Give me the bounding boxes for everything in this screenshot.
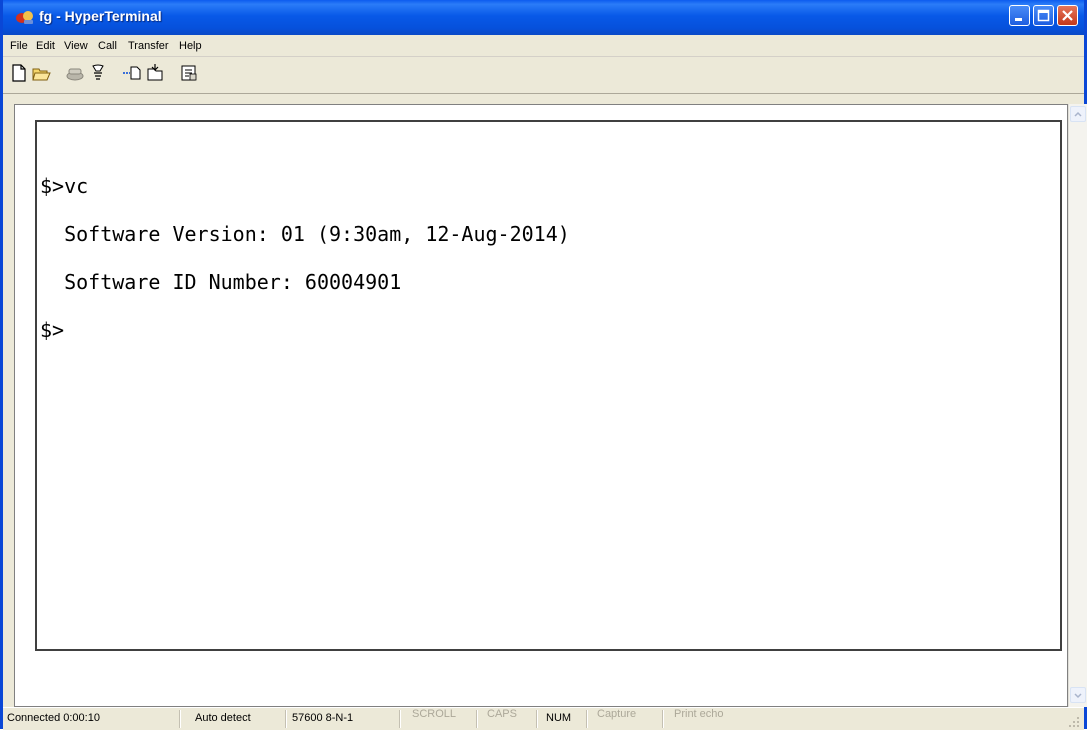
chevron-down-icon — [1074, 693, 1082, 699]
receive-icon — [147, 64, 163, 81]
status-divider — [399, 710, 401, 728]
terminal-line: Software ID Number: 60004901 — [40, 270, 402, 294]
status-caps: CAPS — [487, 708, 517, 720]
status-divider — [536, 710, 538, 728]
terminal-client-area[interactable]: $>vc Software Version: 01 (9:30am, 12-Au… — [14, 104, 1068, 707]
minimize-button[interactable] — [1009, 5, 1030, 26]
toolbar — [3, 57, 1084, 94]
terminal-screen[interactable]: $>vc Software Version: 01 (9:30am, 12-Au… — [35, 120, 1062, 651]
vertical-scrollbar[interactable] — [1068, 104, 1087, 707]
close-icon — [1062, 10, 1073, 21]
minimize-icon — [1015, 18, 1022, 21]
menu-edit[interactable]: Edit — [36, 40, 55, 52]
title-bar[interactable]: fg - HyperTerminal — [3, 0, 1084, 35]
scroll-down-button[interactable] — [1070, 687, 1086, 703]
chevron-up-icon — [1074, 111, 1082, 117]
open-folder-icon — [32, 68, 51, 81]
menu-transfer[interactable]: Transfer — [128, 40, 169, 52]
menu-bar: File Edit View Call Transfer Help — [3, 35, 1084, 57]
close-button[interactable] — [1057, 5, 1078, 26]
status-num: NUM — [546, 712, 572, 724]
disconnect-button[interactable] — [88, 63, 108, 83]
status-divider — [586, 710, 588, 728]
status-scroll: SCROLL — [412, 708, 457, 720]
menu-help[interactable]: Help — [179, 40, 202, 52]
properties-button[interactable] — [179, 63, 199, 83]
terminal-line: Software Version: 01 (9:30am, 12-Aug-201… — [40, 222, 570, 246]
open-button[interactable] — [31, 63, 51, 83]
status-auto-detect: Auto detect — [195, 712, 251, 724]
new-document-icon — [12, 64, 26, 82]
scroll-up-button[interactable] — [1070, 106, 1086, 122]
call-icon — [66, 68, 84, 81]
status-divider — [285, 710, 287, 728]
status-divider — [476, 710, 478, 728]
terminal-line: $>vc — [40, 174, 89, 198]
properties-icon — [181, 65, 197, 81]
status-print-echo: Print echo — [674, 708, 724, 720]
maximize-icon — [1037, 9, 1050, 22]
receive-button[interactable] — [145, 63, 165, 83]
new-connection-button[interactable] — [9, 63, 29, 83]
terminal-prompt: $> — [40, 318, 65, 342]
menu-view[interactable]: View — [64, 40, 88, 52]
window-title: fg - HyperTerminal — [39, 8, 162, 24]
menu-file[interactable]: File — [10, 40, 28, 52]
disconnect-icon — [92, 64, 104, 80]
hyperterminal-app-icon[interactable] — [15, 9, 35, 25]
status-connected: Connected 0:00:10 — [7, 712, 100, 724]
menu-call[interactable]: Call — [98, 40, 117, 52]
hyperterminal-window: fg - HyperTerminal File Edit View Call T… — [0, 0, 1087, 730]
status-divider — [179, 710, 181, 728]
resize-grip-icon[interactable] — [1068, 716, 1080, 728]
status-divider — [662, 710, 664, 728]
send-button[interactable] — [122, 63, 142, 83]
status-capture: Capture — [597, 708, 637, 720]
status-port-settings: 57600 8-N-1 — [292, 712, 354, 724]
call-button[interactable] — [65, 63, 85, 83]
status-bar: Connected 0:00:10 Auto detect 57600 8-N-… — [3, 707, 1084, 730]
send-icon — [123, 66, 141, 80]
maximize-button[interactable] — [1033, 5, 1054, 26]
